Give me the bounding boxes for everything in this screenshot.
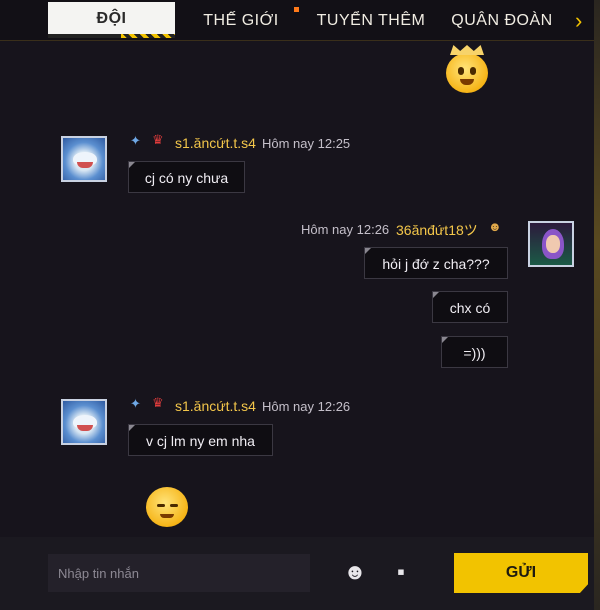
emoji-icon[interactable]: ☻ <box>342 559 368 585</box>
window-frame-edge <box>594 0 600 610</box>
avatar[interactable] <box>61 136 107 182</box>
rank-badge-icon: ✦ <box>130 396 141 411</box>
message-time: Hôm nay 12:26 <box>301 222 390 237</box>
avatar[interactable] <box>61 399 107 445</box>
rank-badge-icon: ✦ <box>130 133 141 148</box>
message-bubble: v cj lm ny em nha <box>128 424 273 456</box>
sender-name[interactable]: s1.ăncứt.t.s4 <box>175 398 256 414</box>
tab-bar: ĐỘI THẾ GIỚI TUYỂN THÊM QUÂN ĐOÀN › <box>0 0 594 41</box>
message-bubble: =))) <box>441 336 508 368</box>
message-bubble: chx có <box>432 291 508 323</box>
send-button[interactable]: GỬI <box>454 553 588 593</box>
avatar[interactable] <box>528 221 574 267</box>
chevron-right-icon[interactable]: › <box>575 8 582 34</box>
rank-badge-icon: ☻ <box>488 219 502 234</box>
sender-name[interactable]: s1.ăncứt.t.s4 <box>175 135 256 151</box>
tab-team[interactable]: ĐỘI <box>48 2 175 38</box>
chat-area[interactable]: ✦ ♛ s1.ăncứt.t.s4 Hôm nay 12:25 cj có ny… <box>0 41 594 537</box>
message-input[interactable] <box>48 554 310 592</box>
message-time: Hôm nay 12:26 <box>262 399 351 414</box>
squint-emoji-sticker <box>146 487 188 527</box>
message-bubble: cj có ny chưa <box>128 161 245 193</box>
guild-badge-icon: ♛ <box>152 395 164 410</box>
happy-emoji-sticker <box>446 45 488 93</box>
tab-recruit[interactable]: TUYỂN THÊM <box>316 4 426 38</box>
guild-badge-icon: ♛ <box>152 132 164 147</box>
tab-guild[interactable]: QUÂN ĐOÀN <box>450 4 554 38</box>
notification-dot <box>294 7 299 12</box>
quick-message-icon[interactable]: ▪ <box>388 559 414 585</box>
sender-name[interactable]: 36ănđứt18ツ <box>396 220 478 240</box>
tab-world[interactable]: THẾ GIỚI <box>196 4 286 38</box>
message-bubble: hỏi j đớ z cha??? <box>364 247 508 279</box>
message-time: Hôm nay 12:25 <box>262 136 351 151</box>
input-bar: ☻ ▪ GỬI <box>0 537 594 610</box>
